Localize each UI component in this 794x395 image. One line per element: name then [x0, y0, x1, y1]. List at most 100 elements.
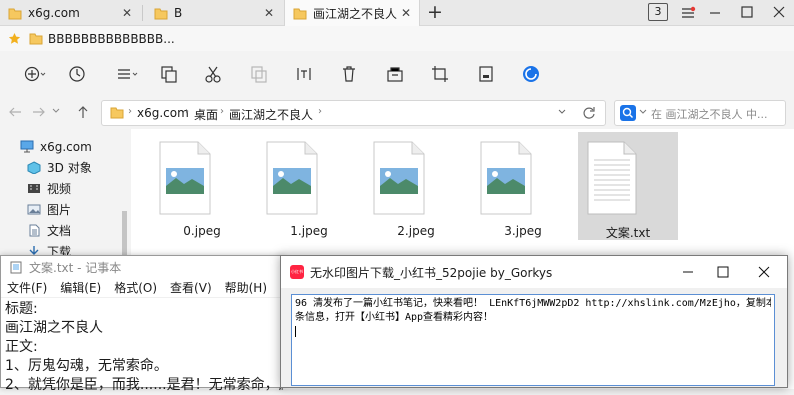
maximize-icon[interactable]: [740, 5, 754, 19]
tab-active[interactable]: 画江湖之不良人 ✕: [284, 0, 420, 27]
downloader-window: 小红书 无水印图片下载_小红书_52pojie by_Gorkys 96 清发布…: [280, 255, 788, 388]
crop-icon[interactable]: [431, 65, 449, 83]
chevron-right-icon: ›: [220, 106, 224, 117]
sidebar-item-documents[interactable]: 文档: [27, 221, 71, 240]
text-line: 2、就凭你是臣，而我......是君！无常索命，应: [5, 377, 283, 393]
file-item[interactable]: 0.jpeg: [152, 132, 252, 240]
file-item-selected[interactable]: 文案.txt: [578, 132, 678, 240]
close-window-icon[interactable]: [772, 5, 786, 19]
minimize-icon[interactable]: [708, 6, 722, 20]
chevron-right-icon: ›: [185, 106, 189, 117]
file-name: 1.jpeg: [290, 224, 328, 238]
close-icon[interactable]: ✕: [122, 6, 132, 20]
file-item[interactable]: 3.jpeg: [473, 132, 573, 240]
search-placeholder: 在 画江湖之不良人 中...: [651, 108, 768, 121]
chevron-down-icon: [639, 109, 647, 115]
file-item[interactable]: 2.jpeg: [366, 132, 466, 240]
history-icon[interactable]: [68, 65, 86, 83]
breadcrumb-item[interactable]: 桌面: [194, 106, 218, 123]
refresh-icon[interactable]: [582, 106, 596, 120]
tab-label: x6g.com: [28, 6, 80, 20]
address-bar[interactable]: › x6g.com › 桌面 › 画江湖之不良人 ›: [101, 100, 606, 126]
properties-icon[interactable]: [477, 65, 495, 83]
text-line: 1、厉鬼勾魂，无常索命。: [5, 358, 168, 374]
notepad-titlebar[interactable]: 文案.txt - 记事本: [1, 256, 284, 278]
tab-x6g[interactable]: x6g.com ✕: [0, 0, 140, 26]
breadcrumb-item[interactable]: x6g.com: [137, 106, 189, 120]
sidebar-item-label: x6g.com: [40, 139, 92, 154]
close-button[interactable]: [741, 256, 787, 288]
new-item-icon[interactable]: [24, 65, 46, 83]
app-logo-icon: 小红书: [290, 265, 304, 279]
sidebar-item-label: 图片: [47, 203, 72, 217]
sync-icon[interactable]: [522, 65, 540, 83]
text-line: 96 清发布了一篇小红书笔记，快来看吧！ LEnKfT6jMWW2pD2 htt…: [295, 298, 771, 309]
sidebar-item-video[interactable]: 视频: [27, 179, 71, 198]
folder-icon: [154, 7, 168, 20]
window-title: 文案.txt - 记事本: [29, 260, 122, 275]
maximize-button[interactable]: [700, 256, 746, 288]
sidebar-item-x6g[interactable]: x6g.com: [20, 137, 92, 156]
forward-icon[interactable]: [32, 105, 46, 119]
menu-bar: 文件(F) 编辑(E) 格式(O) 查看(V) 帮助(H): [1, 278, 284, 298]
scrollbar[interactable]: [122, 211, 127, 261]
sidebar-item-label: 文档: [47, 224, 72, 238]
file-name: 文案.txt: [605, 226, 651, 240]
favorites-bar: BBBBBBBBBBBBBB...: [0, 26, 794, 51]
paste-icon[interactable]: [250, 65, 268, 83]
image-file-icon: [259, 140, 359, 216]
delete-icon[interactable]: [340, 65, 358, 83]
tab-b[interactable]: B ✕: [146, 0, 282, 26]
explorer-toolbar: [0, 51, 794, 97]
chevron-down-icon[interactable]: [558, 109, 566, 115]
cut-icon[interactable]: [204, 65, 222, 83]
picture-icon: [27, 203, 41, 216]
close-icon: [758, 266, 770, 278]
text-line: 条信息，打开【小红书】App查看精彩内容！: [295, 312, 494, 323]
view-options-icon[interactable]: [116, 65, 138, 83]
menu-edit[interactable]: 编辑(E): [60, 279, 101, 296]
menu-view[interactable]: 查看(V): [170, 279, 212, 296]
menu-file[interactable]: 文件(F): [7, 279, 47, 296]
menu-format[interactable]: 格式(O): [114, 279, 157, 296]
favorite-item[interactable]: BBBBBBBBBBBBBB...: [48, 32, 175, 46]
close-icon[interactable]: ✕: [401, 6, 411, 20]
sidebar-item-pictures[interactable]: 图片: [27, 200, 71, 219]
share-text-input[interactable]: 96 清发布了一篇小红书笔记，快来看吧！ LEnKfT6jMWW2pD2 htt…: [291, 294, 775, 386]
file-item[interactable]: 1.jpeg: [259, 132, 359, 240]
up-icon[interactable]: [76, 105, 90, 119]
text-editor[interactable]: 标题: 画江湖之不良人 正文: 1、厉鬼勾魂，无常索命。 2、就凭你是臣，而我.…: [5, 300, 283, 395]
new-tab-button[interactable]: +: [427, 1, 443, 23]
close-icon[interactable]: ✕: [264, 6, 274, 20]
address-row: › x6g.com › 桌面 › 画江湖之不良人 › 在 画江湖之不良人 中..…: [0, 97, 794, 129]
notepad-icon: [9, 260, 23, 274]
minimize-icon: [682, 266, 694, 278]
sidebar-item-label: 3D 对象: [47, 161, 92, 175]
tab-count-badge[interactable]: 3: [648, 3, 668, 21]
share-icon[interactable]: [386, 65, 404, 83]
folder-icon: [293, 7, 307, 20]
text-caret: [295, 326, 296, 337]
menu-icon[interactable]: [680, 6, 696, 20]
tab-label: B: [174, 6, 183, 20]
document-icon: [27, 224, 41, 237]
file-name: 2.jpeg: [397, 224, 435, 238]
image-file-icon: [366, 140, 466, 216]
computer-icon: [20, 140, 34, 153]
tab-bar: x6g.com ✕ B ✕ 画江湖之不良人 ✕ + 3: [0, 0, 794, 27]
back-icon[interactable]: [8, 105, 22, 119]
rename-icon[interactable]: [295, 65, 313, 83]
sidebar-item-3d[interactable]: 3D 对象: [27, 158, 92, 177]
tab-label: 画江湖之不良人: [313, 7, 398, 21]
chevron-right-icon: ›: [318, 106, 322, 117]
text-line: 画江湖之不良人: [5, 320, 103, 336]
star-icon[interactable]: [8, 32, 21, 45]
menu-help[interactable]: 帮助(H): [225, 279, 267, 296]
breadcrumb-item[interactable]: 画江湖之不良人: [229, 106, 313, 123]
chevron-down-icon[interactable]: [52, 108, 60, 114]
file-name: 0.jpeg: [183, 224, 221, 238]
text-line: 标题:: [5, 301, 38, 317]
copy-icon[interactable]: [160, 65, 178, 83]
sidebar-item-label: 视频: [47, 182, 72, 196]
search-box[interactable]: 在 画江湖之不良人 中...: [614, 100, 786, 126]
